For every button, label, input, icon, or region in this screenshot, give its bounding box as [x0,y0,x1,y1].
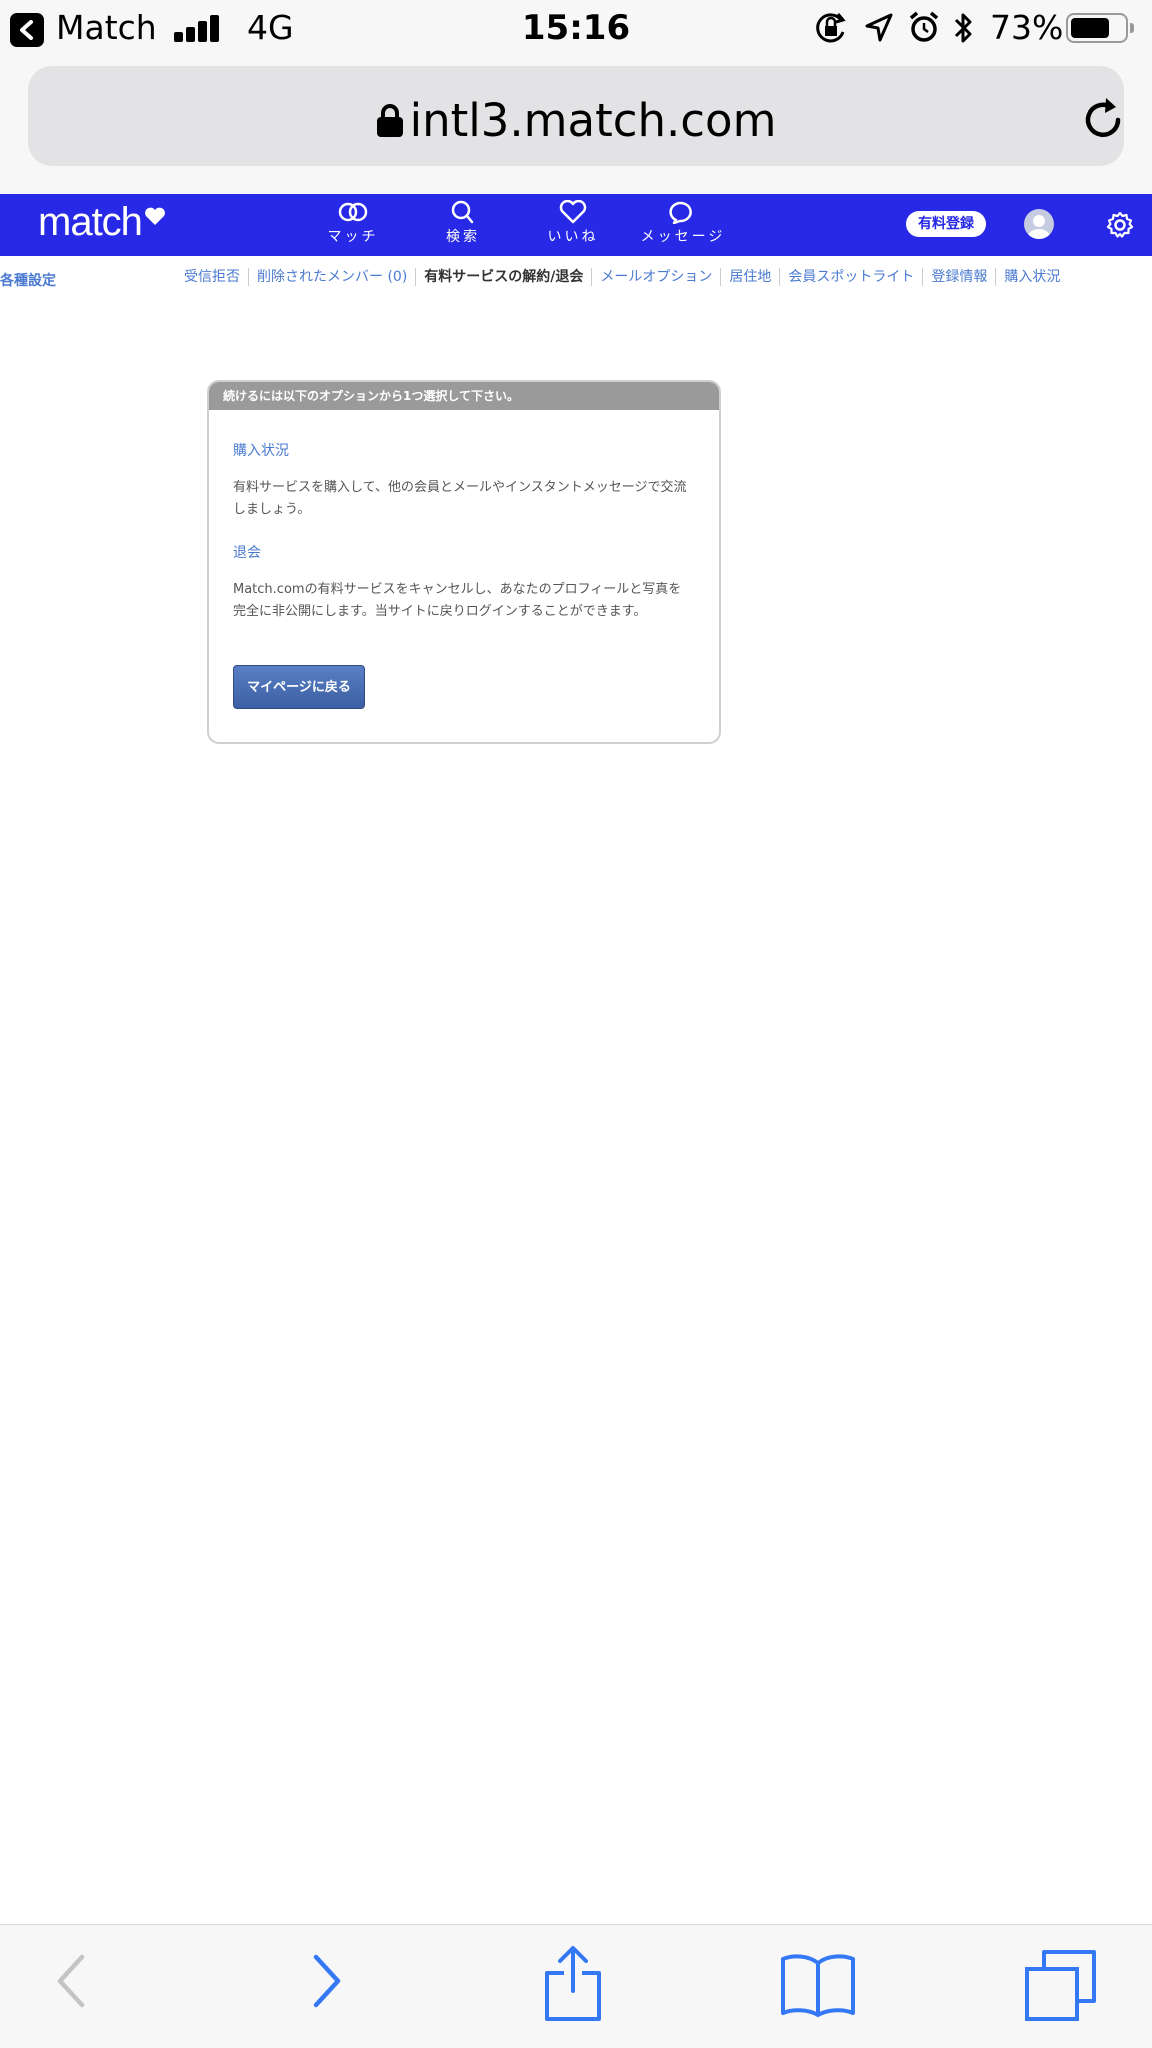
settings-link-deleted-members[interactable]: 削除されたメンバー (0) [249,268,417,286]
back-to-mypage-button[interactable]: マイページに戻る [233,665,365,709]
paid-registration-button[interactable]: 有料登録 [906,211,986,237]
rings-icon [338,202,368,222]
nav-messages[interactable]: メッセージ [628,200,738,246]
gear-icon[interactable] [1106,211,1134,239]
nav-search[interactable]: 検索 [408,200,518,246]
settings-link-residence[interactable]: 居住地 [721,268,781,286]
lock-icon [377,104,403,137]
search-icon [451,200,474,224]
battery-percentage: 73% [990,8,1064,47]
status-bar: Match 4G 15:16 73% [0,0,1152,58]
clock: 15:16 [521,8,631,48]
nav-messages-label: メッセージ [640,229,726,245]
share-icon[interactable] [544,1945,602,2023]
avatar[interactable] [1024,209,1054,239]
settings-link-block[interactable]: 受信拒否 [176,268,249,286]
settings-subnav: 各種設定 受信拒否 削除されたメンバー (0) 有料サービスの解約/退会 メール… [0,256,1152,300]
settings-links: 受信拒否 削除されたメンバー (0) 有料サービスの解約/退会 メールオプション… [176,268,1068,286]
alarm-icon [909,11,939,42]
withdraw-description: Match.comの有料サービスをキャンセルし、あなたのプロフィールと写真を完全… [233,582,682,619]
settings-link-purchase-status[interactable]: 購入状況 [996,268,1068,286]
settings-link-mail-options[interactable]: メールオプション [592,268,722,286]
reload-icon[interactable] [1080,96,1128,144]
nav-match-label: マッチ [327,229,379,245]
battery-icon [1066,13,1134,43]
location-icon [865,13,893,42]
settings-link-registration-info[interactable]: 登録情報 [923,268,997,286]
options-panel: 続けるには以下のオプションから1つ選択して下さい。 購入状況 有料サービスを購入… [207,380,721,744]
bookmarks-icon[interactable] [780,1953,856,2017]
settings-title[interactable]: 各種設定 [0,270,56,290]
nav-likes-label: いいね [547,229,599,245]
logo-heart-icon [145,207,165,225]
browser-toolbar [0,1924,1152,2048]
purchase-status-link[interactable]: 購入状況 [233,440,289,460]
orientation-lock-icon [816,13,846,43]
nav-likes[interactable]: いいね [518,200,628,246]
nav-search-label: 検索 [446,229,480,245]
purchase-description: 有料サービスを購入して、他の会員とメールやインスタントメッセージで交流しましょう… [233,480,687,517]
address-bar[interactable] [28,66,1124,166]
chat-bubble-icon [669,201,692,224]
settings-link-spotlight[interactable]: 会員スポットライト [780,268,924,286]
options-panel-header: 続けるには以下のオプションから1つ選択して下さい。 [209,382,719,410]
browser-chrome: intl3.match.com [0,58,1152,194]
settings-link-cancel-withdraw: 有料サービスの解約/退会 [416,268,593,286]
forward-arrow-icon[interactable] [312,1951,342,2011]
withdraw-link[interactable]: 退会 [233,542,261,562]
match-logo[interactable]: match [38,200,143,245]
back-arrow-icon[interactable] [56,1951,86,2011]
tabs-icon[interactable] [1024,1949,1098,2021]
heart-icon [559,200,587,224]
nav-match[interactable]: マッチ [298,200,408,246]
site-header: match マッチ 検索 いいね メッセージ 有料登録 [0,194,1152,256]
bluetooth-icon [954,13,972,43]
